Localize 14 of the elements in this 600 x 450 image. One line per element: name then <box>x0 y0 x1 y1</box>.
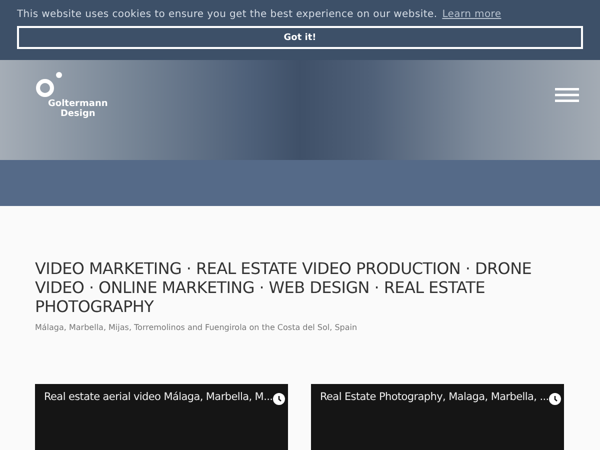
menu-icon[interactable] <box>555 88 579 102</box>
got-it-button[interactable]: Got it! <box>17 26 583 49</box>
clock-icon[interactable] <box>548 393 561 405</box>
video-title: Real estate aerial video Málaga, Marbella, M... <box>44 391 273 403</box>
cookie-message: This website uses cookies to ensure you get the best experience on our website. <box>17 9 438 20</box>
clock-icon[interactable] <box>272 393 285 405</box>
logo-rings-icon <box>35 72 63 99</box>
learn-more-link[interactable]: Learn more <box>442 9 502 20</box>
video-title: Real Estate Photography, Malaga, Marbella, ... <box>320 391 549 403</box>
video-player[interactable]: Real Estate Photography, Malaga, Marbella, ... <box>311 384 564 450</box>
headline: VIDEO MARKETING · REAL ESTATE VIDEO PRODUCTION · DRONE VIDEO · ONLINE MARKETING · WEB DESIGN · REAL ESTATE PHOTOGRAPHY <box>35 259 533 316</box>
subtitle: Málaga, Marbella, Mijas, Torremolinos and Fuengirola on the Costa del Sol, Spain <box>35 323 358 332</box>
logo-text: Goltermann Design <box>47 99 108 119</box>
video-player[interactable]: Real estate aerial video Málaga, Marbella, M... <box>35 384 288 450</box>
